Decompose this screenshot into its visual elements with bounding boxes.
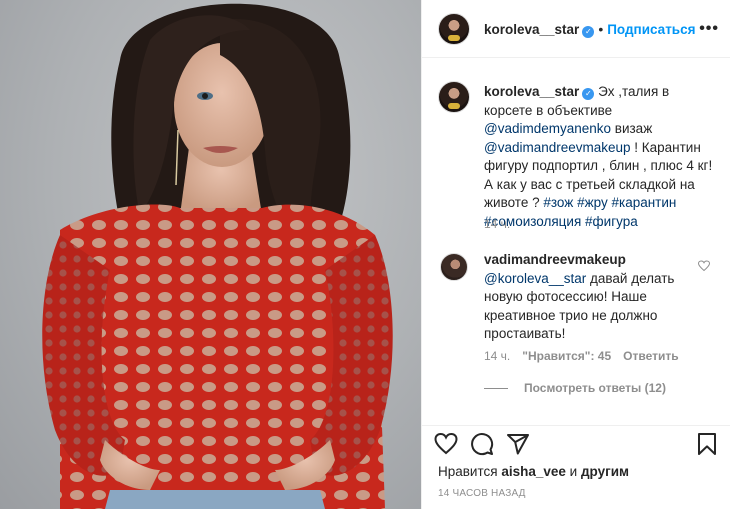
- comment-time[interactable]: 14 ч.: [484, 349, 510, 363]
- hashtag-link[interactable]: #зож: [543, 195, 573, 210]
- post-actions: Нравится aisha_vee и другим 14 ЧАСОВ НАЗ…: [422, 425, 730, 509]
- hashtag-link[interactable]: #фигура: [585, 214, 638, 229]
- separator-dot: •: [598, 21, 604, 37]
- instagram-post: koroleva__star ✓ • Подписаться ••• koroleva…: [0, 0, 730, 509]
- bookmark-icon[interactable]: [695, 432, 719, 456]
- hashtag-link[interactable]: #карантин: [611, 195, 676, 210]
- likes-others-link[interactable]: другим: [581, 464, 629, 479]
- comment-like-heart-icon[interactable]: [698, 260, 710, 272]
- likes-prefix: Нравится: [438, 464, 502, 479]
- comment-icon[interactable]: [470, 432, 494, 456]
- caption-username[interactable]: koroleva__star: [484, 84, 579, 99]
- post-side-panel: koroleva__star ✓ • Подписаться ••• koroleva…: [421, 0, 730, 509]
- author-username[interactable]: koroleva__star: [484, 22, 579, 37]
- likes-summary: Нравится aisha_vee и другим: [438, 464, 629, 479]
- post-header: koroleva__star ✓ • Подписаться •••: [422, 0, 730, 58]
- post-time-ago[interactable]: 14 ЧАСОВ НАЗАД: [438, 488, 526, 499]
- caption-mention[interactable]: @vadimandreevmakeup: [484, 140, 631, 155]
- heart-icon[interactable]: [434, 432, 458, 456]
- replies-divider-line: [484, 388, 508, 390]
- caption-time[interactable]: 14 ч.: [484, 217, 510, 231]
- caption-mention[interactable]: @vadimdemyanenko: [484, 121, 611, 136]
- commenter-avatar[interactable]: [440, 253, 468, 281]
- comment-mention[interactable]: @koroleva__star: [484, 271, 586, 286]
- verified-badge-icon: ✓: [582, 88, 595, 100]
- reply-button[interactable]: Ответить: [623, 349, 678, 363]
- follow-button[interactable]: Подписаться: [607, 22, 695, 37]
- caption-text: koroleva__star ✓ Эх ,талия в корсете в об…: [484, 83, 719, 231]
- more-options-icon[interactable]: •••: [699, 20, 719, 38]
- hashtag-link[interactable]: #жру: [577, 195, 608, 210]
- verified-badge-icon: ✓: [582, 26, 595, 38]
- comment-text: vadimandreevmakeup @koroleva__star давай…: [484, 251, 704, 344]
- author-line: koroleva__star ✓ • Подписаться: [484, 21, 696, 38]
- photo-illustration: [42, 3, 393, 509]
- comment-meta: 14 ч. "Нравится": 45 Ответить: [484, 349, 679, 363]
- share-icon[interactable]: [506, 432, 530, 456]
- caption-segment: визаж: [611, 121, 653, 136]
- post-photo[interactable]: [0, 0, 421, 509]
- view-replies-label: Посмотреть ответы (12): [524, 381, 666, 395]
- caption-avatar[interactable]: [438, 81, 470, 113]
- comment-likes-count[interactable]: "Нравится": 45: [522, 349, 611, 363]
- commenter-username[interactable]: vadimandreevmakeup: [484, 252, 626, 267]
- likes-user-link[interactable]: aisha_vee: [501, 464, 566, 479]
- comments-area: koroleva__star ✓ Эх ,талия в корсете в об…: [422, 59, 730, 425]
- likes-mid: и: [565, 464, 581, 479]
- author-avatar[interactable]: [438, 13, 470, 45]
- view-replies-button[interactable]: Посмотреть ответы (12): [484, 381, 666, 395]
